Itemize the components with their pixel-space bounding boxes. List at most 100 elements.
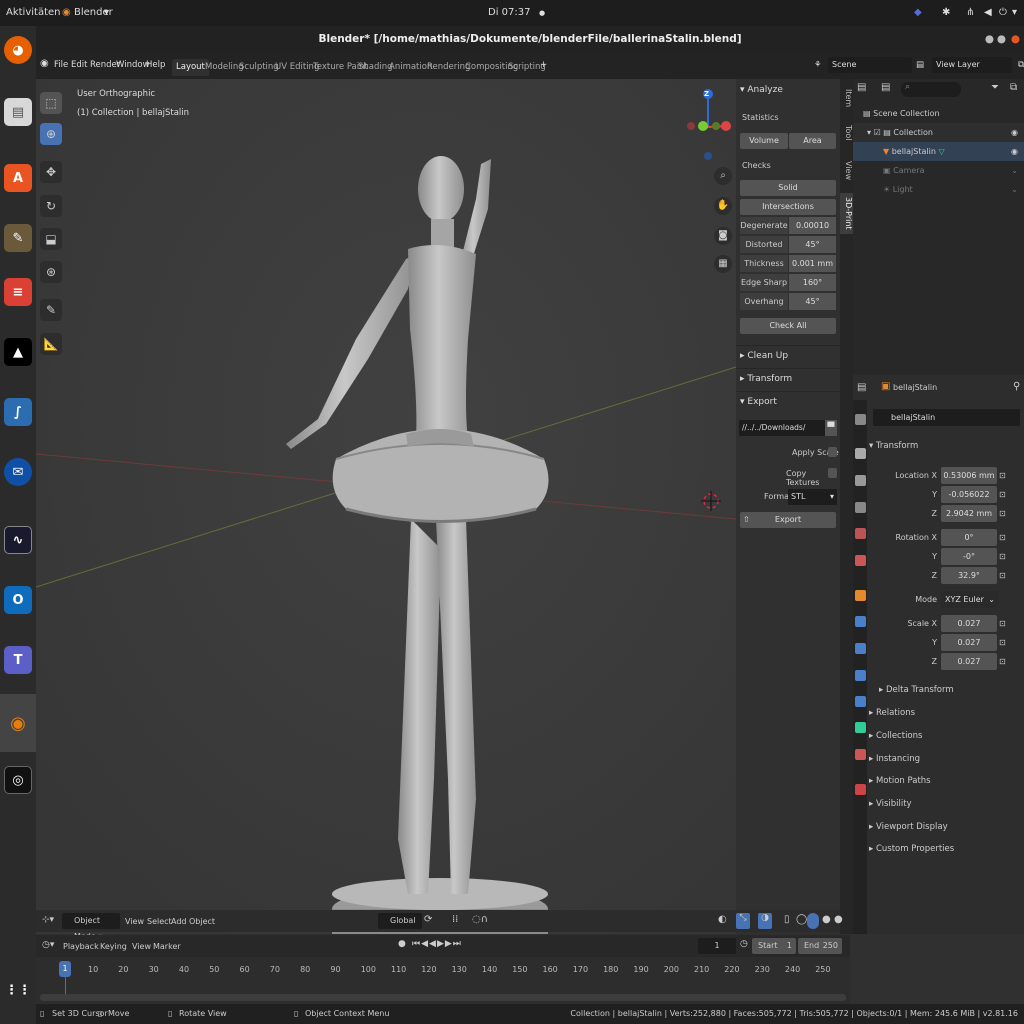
texture-tab-icon[interactable]: [855, 784, 866, 795]
object-name-field[interactable]: bellajStalin: [873, 409, 1020, 426]
view-layer-selector[interactable]: View Layer: [932, 57, 1012, 73]
lock-icon[interactable]: ⊡: [999, 552, 1006, 561]
lock-icon[interactable]: ⊡: [999, 657, 1006, 666]
tab-view[interactable]: View: [840, 157, 853, 184]
constraints-tab-icon[interactable]: [855, 696, 866, 707]
properties-editor-icon[interactable]: ▤: [857, 382, 866, 393]
check-distorted-button[interactable]: Distorted: [740, 236, 788, 253]
transform-header[interactable]: ▸ Transform: [736, 368, 840, 388]
playback-controls[interactable]: ⏮◀◀▶▶⏭: [412, 939, 462, 949]
volume-button[interactable]: Volume: [740, 133, 788, 149]
mysql-workbench-icon[interactable]: ∫: [4, 398, 32, 426]
start-frame-field[interactable]: Start 1: [752, 938, 796, 954]
object-mode-select[interactable]: Object Mode ▾: [62, 913, 120, 941]
system-monitor-icon[interactable]: ∿: [4, 526, 32, 554]
rotation-z-field[interactable]: 32.9°: [941, 567, 997, 584]
location-z-field[interactable]: 2.9042 mm: [941, 505, 997, 522]
lock-icon[interactable]: ⊡: [999, 490, 1006, 499]
timeline-scrollbar[interactable]: [40, 994, 846, 1001]
rotate-tool[interactable]: ↻: [40, 195, 62, 217]
current-frame-field[interactable]: 1: [698, 938, 736, 954]
annotate-tool[interactable]: ✎: [40, 299, 62, 321]
eye-icon[interactable]: ◉: [1011, 142, 1018, 161]
menu-keying[interactable]: Keying: [100, 942, 127, 951]
area-button[interactable]: Area: [789, 133, 836, 149]
scale-tool[interactable]: ⬓: [40, 228, 62, 250]
view-layer-new-icon[interactable]: ⧉: [1018, 60, 1024, 70]
check-degenerate-button[interactable]: Degenerate: [740, 217, 788, 234]
overhang-value[interactable]: 45°: [789, 293, 836, 310]
editor-type-icon[interactable]: ⊹▾: [42, 915, 54, 925]
apply-scale-checkbox[interactable]: [828, 447, 837, 457]
new-collection-icon[interactable]: ⧉: [1010, 82, 1017, 93]
outliner-object-bellajstalin[interactable]: ▼ bellajStalin ▽ ◉: [853, 142, 1024, 161]
menu-marker[interactable]: Marker: [153, 942, 181, 951]
scale-z-field[interactable]: 0.027: [941, 653, 997, 670]
visibility-section[interactable]: ▸ Visibility: [869, 799, 912, 809]
location-x-field[interactable]: 0.53006 mm: [941, 467, 997, 484]
scene-selector[interactable]: Scene: [828, 57, 912, 73]
menu-view[interactable]: View: [125, 917, 144, 926]
display-mode-icon[interactable]: ▤: [881, 82, 890, 93]
timeline-editor-icon[interactable]: ◷▾: [42, 940, 54, 950]
motion-paths-section[interactable]: ▸ Motion Paths: [869, 776, 931, 786]
xray-icon[interactable]: ▯: [784, 914, 790, 925]
cursor-tool[interactable]: ⊕: [40, 123, 62, 145]
mesh-data-tab-icon[interactable]: [855, 722, 866, 733]
view-layer-icon[interactable]: ▤: [916, 60, 924, 70]
thunderbird-icon[interactable]: ✉: [4, 458, 32, 486]
menu-edit[interactable]: Edit: [71, 60, 87, 70]
menu-help[interactable]: Help: [146, 60, 165, 70]
teams-tray-icon[interactable]: ◆: [914, 7, 922, 18]
add-workspace-icon[interactable]: +: [540, 60, 547, 70]
stopwatch-icon[interactable]: ◷: [740, 939, 748, 949]
tab-item[interactable]: Item: [840, 85, 853, 111]
viewport-display-section[interactable]: ▸ Viewport Display: [869, 822, 948, 832]
intersections-button[interactable]: Intersections: [740, 199, 836, 215]
software-center-icon[interactable]: A: [4, 164, 32, 192]
transform-section-header[interactable]: ▾ Transform: [869, 441, 918, 451]
menu-add[interactable]: Add: [171, 917, 187, 926]
3d-viewport[interactable]: Z User Orthographic (1) Collection | bel…: [36, 79, 736, 934]
particles-tab-icon[interactable]: [855, 643, 866, 654]
instancing-section[interactable]: ▸ Instancing: [869, 754, 920, 764]
scene-icon[interactable]: ⚘: [814, 60, 822, 70]
menu-object[interactable]: Object: [189, 917, 215, 926]
export-header[interactable]: ▾ Export: [736, 391, 840, 411]
blender-dock-item[interactable]: ◉: [0, 694, 36, 752]
snap-icon[interactable]: ⁞⁞: [452, 914, 458, 925]
todoist-icon[interactable]: ≡: [4, 278, 32, 306]
material-shading-icon[interactable]: ●: [822, 914, 831, 925]
lock-icon[interactable]: ⊡: [999, 509, 1006, 518]
checkbox-icon[interactable]: ☑: [874, 128, 881, 137]
check-edge-sharp-button[interactable]: Edge Sharp: [740, 274, 788, 291]
lock-icon[interactable]: ⊡: [999, 471, 1006, 480]
folder-icon[interactable]: ▀: [825, 420, 837, 436]
tab-tool[interactable]: Tool: [840, 121, 853, 145]
distorted-value[interactable]: 45°: [789, 236, 836, 253]
export-button[interactable]: ⇧ Export: [740, 512, 836, 528]
activities-button[interactable]: Aktivitäten: [6, 7, 61, 18]
select-box-tool[interactable]: ⬚: [40, 92, 62, 114]
edge-sharp-value[interactable]: 160°: [789, 274, 836, 291]
outliner-object-light[interactable]: ☀ Light ⌄: [853, 180, 1024, 199]
volume-icon[interactable]: ◀: [984, 7, 992, 18]
menu-playback[interactable]: Playback: [63, 942, 99, 951]
blender-logo-icon[interactable]: ◉: [40, 58, 49, 69]
lock-icon[interactable]: ⊡: [999, 571, 1006, 580]
editor-type-icon[interactable]: ▤: [857, 82, 866, 93]
outliner-search-input[interactable]: ⌕: [901, 82, 961, 97]
rotation-mode-select[interactable]: XYZ Euler ⌄: [941, 591, 999, 608]
inkscape-icon[interactable]: ▲: [4, 338, 32, 366]
scale-y-field[interactable]: 0.027: [941, 634, 997, 651]
degenerate-value[interactable]: 0.00010: [789, 217, 836, 234]
solid-shading-icon[interactable]: [807, 913, 819, 929]
outliner-object-camera[interactable]: ▣ Camera ⌄: [853, 161, 1024, 180]
location-y-field[interactable]: -0.056022 mm: [941, 486, 997, 516]
transform-orientation-select[interactable]: Global: [378, 913, 422, 929]
timeline[interactable]: 1 10 20 30 40 50 60 70 80 90 100 110 120 130 140 150 16…: [36, 957, 850, 1004]
analyze-header[interactable]: ▾ Analyze: [736, 80, 840, 100]
camera-view-icon[interactable]: ◙: [714, 227, 732, 245]
lock-icon[interactable]: ⊡: [999, 619, 1006, 628]
wireframe-shading-icon[interactable]: ◯: [796, 914, 807, 925]
